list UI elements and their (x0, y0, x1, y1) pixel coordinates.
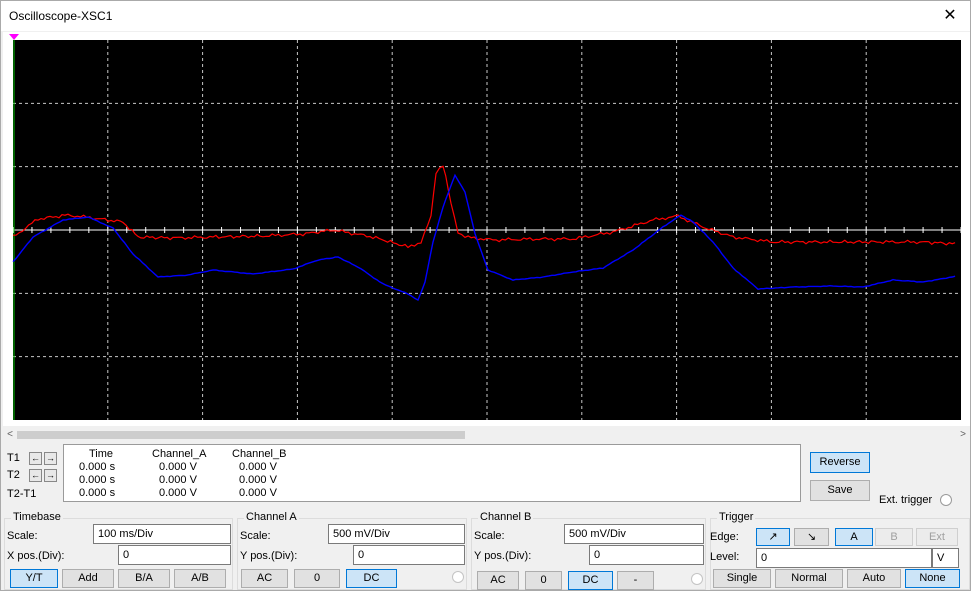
trigger-level-field[interactable]: 0 (756, 548, 932, 568)
t1-channel-a-value: 0.000 V (159, 461, 197, 473)
timebase-xpos-field[interactable]: 0 (118, 545, 231, 565)
channel-a-zero-button[interactable]: 0 (294, 569, 340, 588)
timebase-scale-label: Scale: (7, 530, 38, 542)
readout-header-time: Time (89, 448, 114, 460)
edge-rising-icon[interactable]: ↗ (756, 528, 790, 546)
trigger-source-ext-button[interactable]: Ext (916, 528, 958, 546)
reverse-button[interactable]: Reverse (810, 452, 870, 473)
scroll-thumb[interactable] (17, 431, 465, 439)
t2t1-channel-b-value: 0.000 V (239, 487, 277, 499)
save-button[interactable]: Save (810, 480, 870, 501)
trigger-single-button[interactable]: Single (713, 569, 771, 588)
channel-a-title: Channel A (244, 511, 299, 523)
channel-b-scale-label: Scale: (474, 530, 505, 542)
channel-b-dc-button[interactable]: DC (568, 571, 613, 590)
cursor-readout-panel: Time Channel_A Channel_B 0.000 s 0.000 V… (63, 444, 801, 502)
trigger-source-b-button[interactable]: B (875, 528, 913, 546)
trigger-none-button[interactable]: None (905, 569, 960, 588)
t2-label: T2 (7, 469, 20, 481)
waveform-display (9, 34, 962, 420)
mode-ba-button[interactable]: B/A (118, 569, 170, 588)
trigger-edge-label: Edge: (710, 531, 739, 543)
edge-falling-icon[interactable]: ↘ (794, 528, 829, 546)
close-button[interactable]: ✕ (930, 1, 970, 31)
mode-yt-button[interactable]: Y/T (10, 569, 58, 588)
t2t1-time-value: 0.000 s (79, 487, 116, 499)
readout-header-channel-a: Channel_A (152, 448, 207, 460)
trigger-source-a-button[interactable]: A (835, 528, 873, 546)
channel-a-ac-button[interactable]: AC (241, 569, 288, 588)
channel-a-ypos-label: Y pos.(Div): (240, 550, 298, 562)
readout-header-channel-b: Channel_B (232, 448, 287, 460)
timebase-title: Timebase (11, 511, 63, 523)
mode-add-button[interactable]: Add (62, 569, 114, 588)
scroll-right-arrow-icon[interactable]: > (956, 428, 970, 442)
t2-channel-a-value: 0.000 V (159, 474, 197, 486)
t1-right-arrow-icon[interactable]: → (44, 452, 57, 465)
channel-a-scale-field[interactable]: 500 mV/Div (328, 524, 465, 544)
window-title: Oscilloscope-XSC1 (9, 9, 113, 23)
ext-trigger-label: Ext. trigger (879, 494, 933, 506)
channel-a-radio[interactable] (452, 571, 464, 583)
mode-ab-button[interactable]: A/B (174, 569, 226, 588)
title-bar: Oscilloscope-XSC1 ✕ (1, 1, 970, 31)
timebase-scale-field[interactable]: 100 ms/Div (93, 524, 231, 544)
ext-trigger-radio[interactable] (940, 494, 952, 506)
t2-t1-label: T2-T1 (7, 488, 37, 500)
t1-channel-b-value: 0.000 V (239, 461, 277, 473)
t1-label: T1 (7, 452, 20, 464)
trigger-auto-button[interactable]: Auto (847, 569, 901, 588)
t2t1-channel-a-value: 0.000 V (159, 487, 197, 499)
horizontal-scrollbar[interactable]: < > (3, 428, 970, 442)
t2-time-value: 0.000 s (79, 474, 116, 486)
channel-b-ac-button[interactable]: AC (477, 571, 519, 590)
scope-screen (3, 32, 970, 426)
channel-a-ypos-field[interactable]: 0 (353, 545, 465, 565)
t2-left-arrow-icon[interactable]: ← (29, 469, 42, 482)
t1-time-value: 0.000 s (79, 461, 116, 473)
trigger-normal-button[interactable]: Normal (775, 569, 843, 588)
trigger-level-unit[interactable]: V (932, 548, 959, 568)
channel-b-scale-field[interactable]: 500 mV/Div (564, 524, 704, 544)
oscilloscope-window: Oscilloscope-XSC1 ✕ < > T1 ← → T2 ← → T2… (0, 0, 971, 591)
channel-b-ypos-label: Y pos.(Div): (474, 550, 532, 562)
channel-a-dc-button[interactable]: DC (346, 569, 397, 588)
t2-channel-b-value: 0.000 V (239, 474, 277, 486)
channel-b-radio[interactable] (691, 573, 703, 585)
channel-b-minus-button[interactable]: - (617, 571, 654, 590)
scroll-left-arrow-icon[interactable]: < (3, 428, 17, 442)
cursor-t1-marker (9, 34, 19, 40)
channel-b-zero-button[interactable]: 0 (525, 571, 562, 590)
channel-b-ypos-field[interactable]: 0 (589, 545, 704, 565)
trigger-title: Trigger (717, 511, 756, 523)
t2-right-arrow-icon[interactable]: → (44, 469, 57, 482)
t1-left-arrow-icon[interactable]: ← (29, 452, 42, 465)
trigger-level-label: Level: (710, 551, 740, 563)
channel-a-scale-label: Scale: (240, 530, 271, 542)
timebase-xpos-label: X pos.(Div): (7, 550, 65, 562)
channel-b-title: Channel B (478, 511, 534, 523)
